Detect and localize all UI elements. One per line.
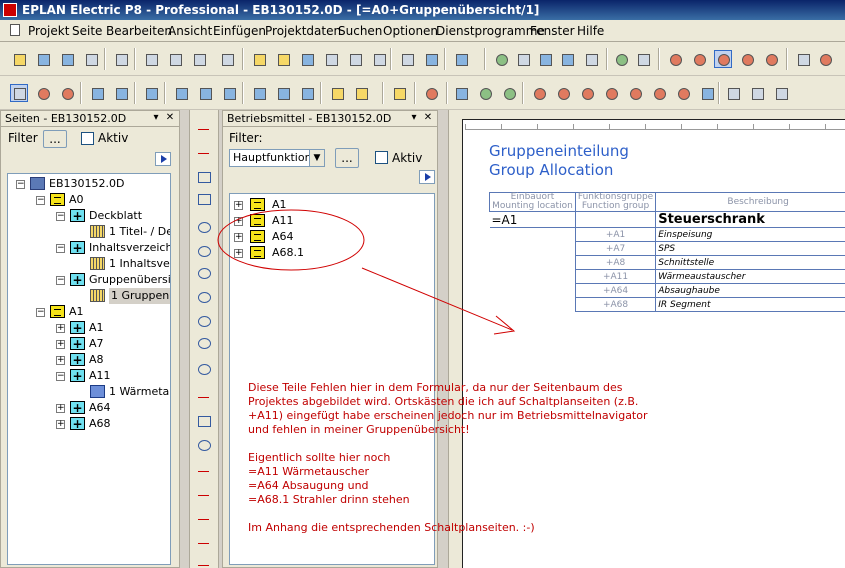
annotation-arrow-line <box>361 267 513 331</box>
highlight-ellipse <box>217 209 365 271</box>
annotation-note: Diese Teile Fehlen hier in dem Formular,… <box>248 381 648 534</box>
annotation-arrow-head <box>493 315 516 335</box>
